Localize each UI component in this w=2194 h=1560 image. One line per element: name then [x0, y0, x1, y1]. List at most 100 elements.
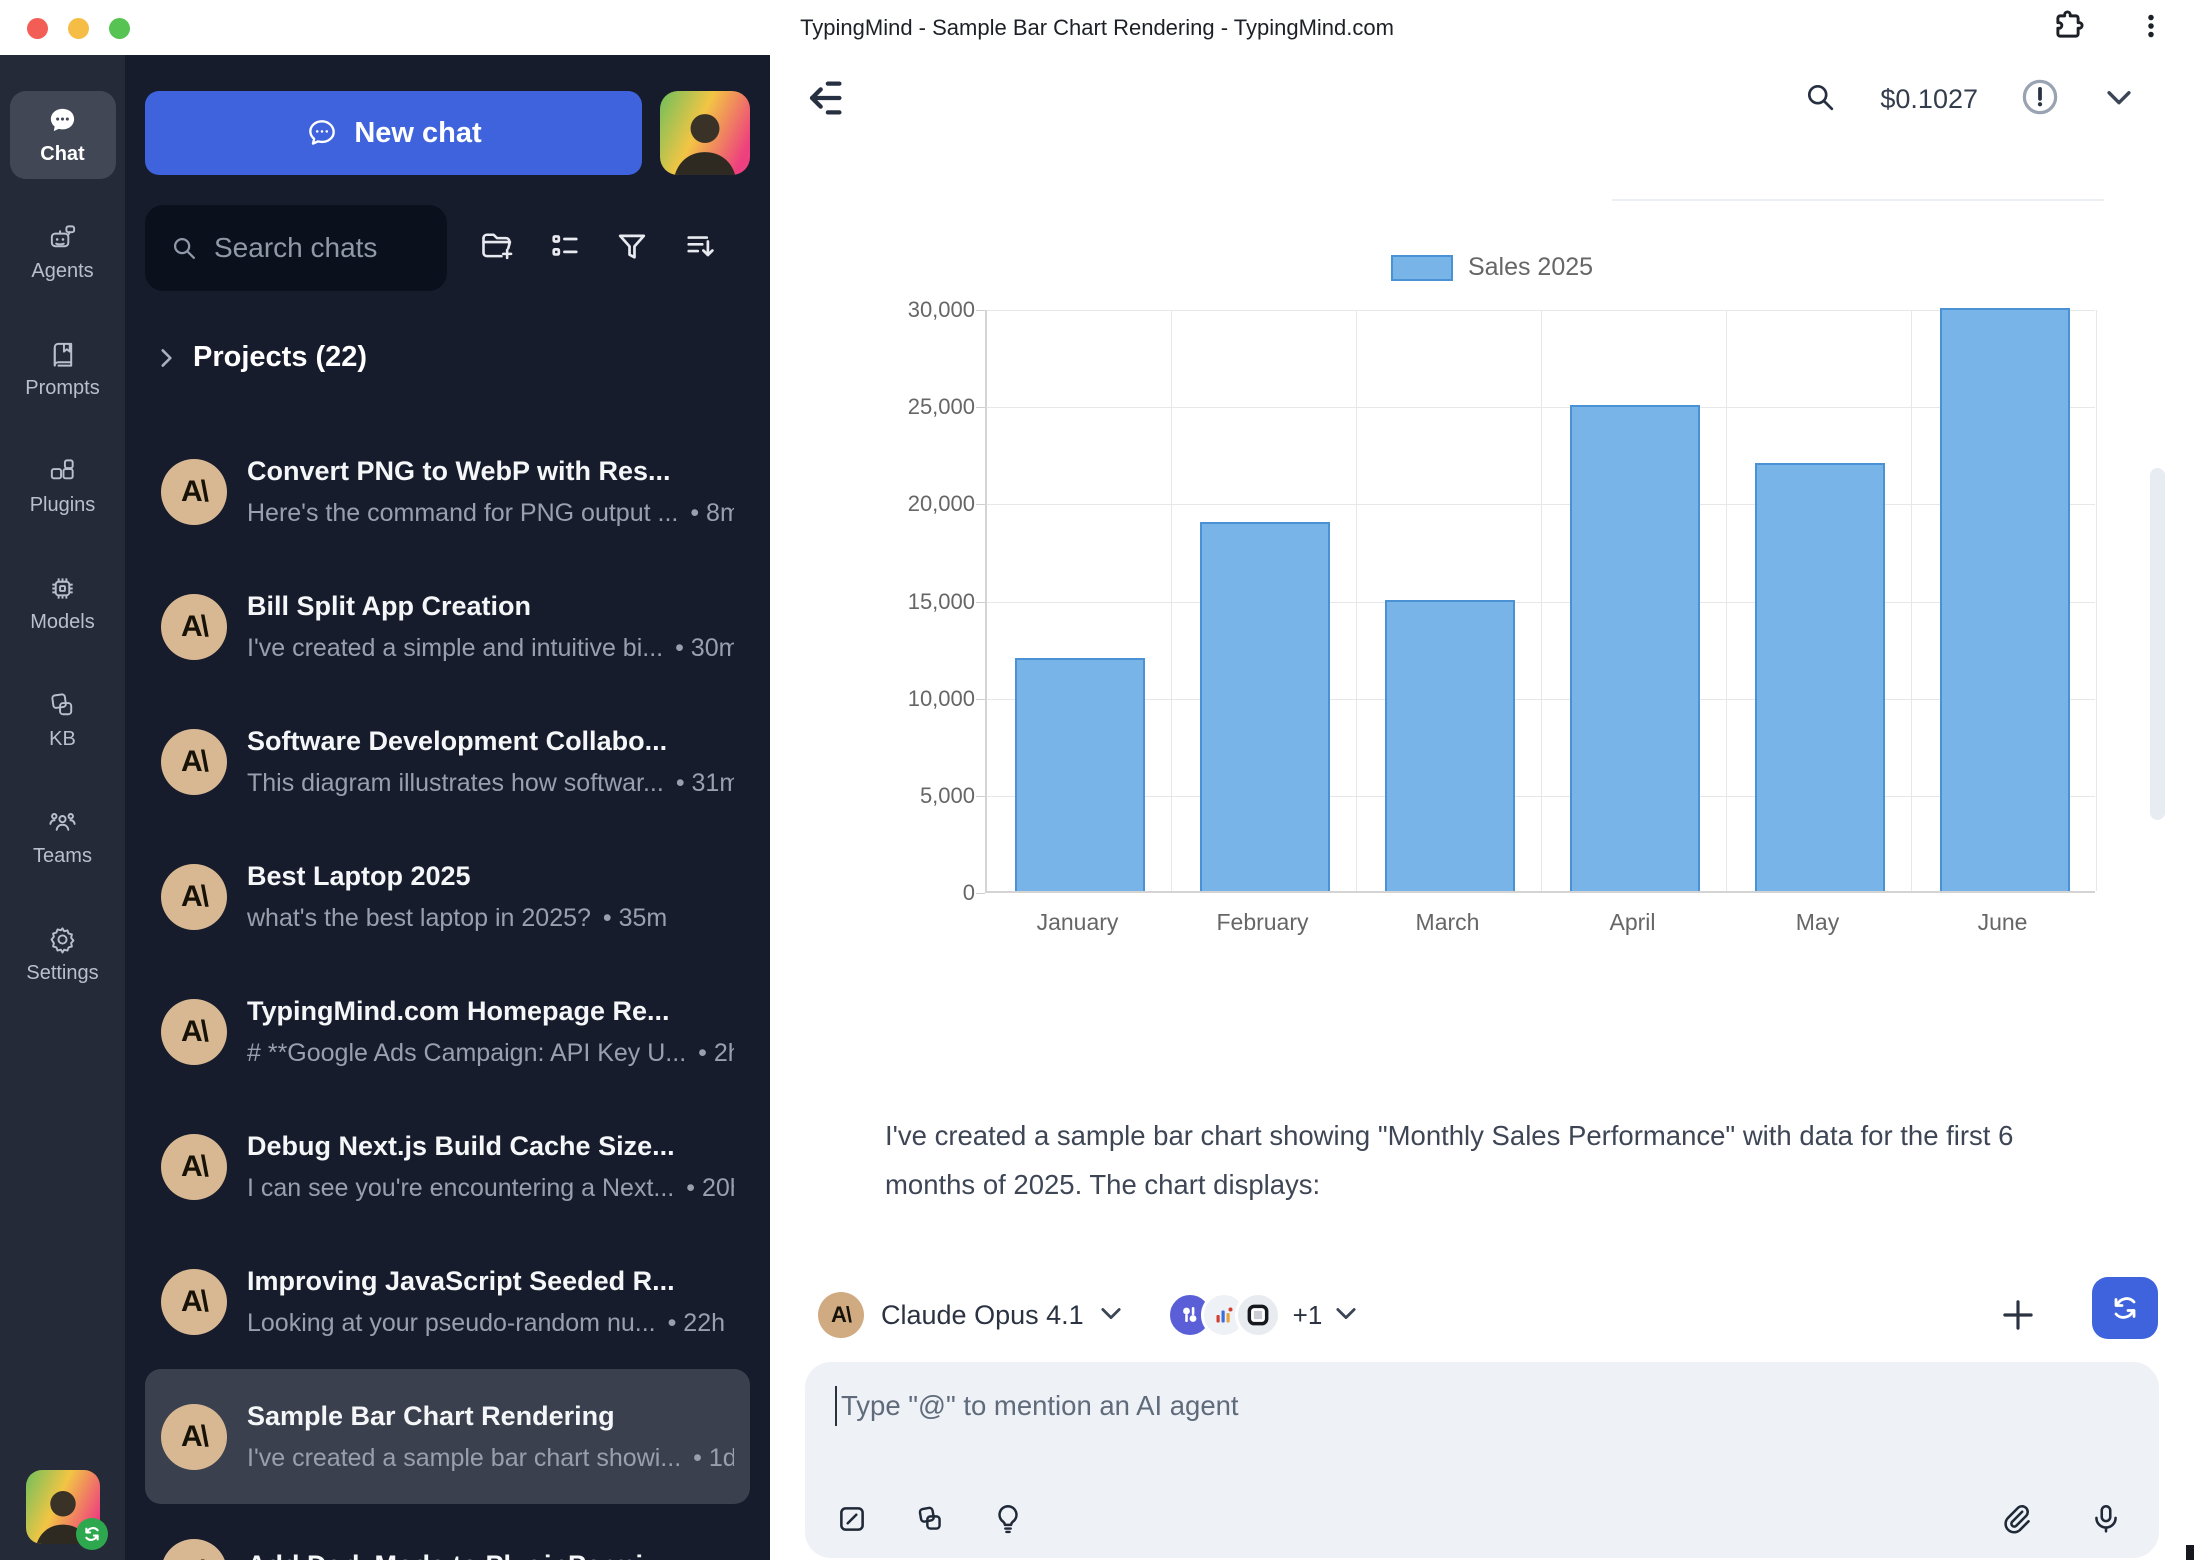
cost-alert-icon[interactable]	[2020, 77, 2060, 122]
anthropic-logo-avatar: A\	[161, 1539, 227, 1560]
chat-title: Bill Split App Creation	[247, 591, 734, 622]
anthropic-logo-avatar: A\	[161, 864, 227, 930]
main-scrollbar-thumb[interactable]	[2150, 468, 2165, 820]
rail-item-chat[interactable]: Chat	[10, 91, 116, 179]
search-conversation-icon[interactable]	[1802, 79, 1838, 120]
rail-item-teams[interactable]: Teams	[10, 793, 116, 881]
regenerate-button[interactable]	[2092, 1277, 2158, 1339]
chat-title: Best Laptop 2025	[247, 861, 734, 892]
corner-mark	[2186, 1545, 2194, 1560]
rail-label: KB	[49, 728, 76, 751]
app-window: TypingMind - Sample Bar Chart Rendering …	[0, 0, 2194, 1560]
bar-may	[1755, 463, 1885, 891]
y-tick-label: 30,000	[908, 297, 975, 323]
person-silhouette-icon	[660, 97, 750, 175]
anthropic-logo-avatar: A\	[161, 459, 227, 525]
chat-title: Software Development Collabo...	[247, 726, 734, 757]
chat-title: Sample Bar Chart Rendering	[247, 1401, 734, 1432]
model-name: Claude Opus 4.1	[881, 1300, 1084, 1331]
text-cursor	[835, 1386, 837, 1426]
usage-cost-badge[interactable]: $0.1027	[1880, 84, 1978, 115]
chart-y-axis-labels: 05,00010,00015,00020,00025,00030,000	[830, 310, 975, 893]
anthropic-logo-avatar: A\	[161, 999, 227, 1065]
chevron-right-icon	[153, 345, 179, 371]
rail-item-models[interactable]: Models	[10, 559, 116, 647]
chat-list-item[interactable]: A\ Bill Split App Creation I've created …	[145, 559, 750, 694]
rail-item-settings[interactable]: Settings	[10, 910, 116, 998]
y-tick-label: 20,000	[908, 491, 975, 517]
chevron-down-icon	[1332, 1299, 1360, 1332]
x-tick-label: March	[1416, 909, 1480, 936]
chat-history-list: A\ Convert PNG to WebP with Res... Here'…	[145, 424, 750, 1560]
pages-icon[interactable]	[913, 1502, 947, 1536]
new-chat-button[interactable]: New chat	[145, 91, 642, 175]
chat-list-item[interactable]: A\ Convert PNG to WebP with Res... Here'…	[145, 424, 750, 559]
bulk-select-list-icon[interactable]	[547, 228, 583, 269]
anthropic-logo-avatar: A\	[161, 1269, 227, 1335]
chat-list-item[interactable]: A\ Improving JavaScript Seeded R... Look…	[145, 1234, 750, 1369]
sync-icon	[2109, 1292, 2141, 1324]
plugins-more-count: +1	[1293, 1300, 1323, 1331]
microphone-icon[interactable]	[2089, 1502, 2123, 1536]
user-avatar[interactable]	[26, 1470, 100, 1544]
new-folder-icon[interactable]	[479, 228, 515, 269]
scroll-down-chevron-icon[interactable]	[2102, 80, 2136, 119]
anthropic-logo-avatar: A\	[161, 1134, 227, 1200]
collapse-sidebar-button[interactable]	[802, 75, 848, 121]
profile-avatar[interactable]	[660, 91, 750, 175]
bar-march	[1385, 600, 1515, 892]
new-chat-label: New chat	[354, 117, 481, 150]
chat-list-item[interactable]: A\ Best Laptop 2025 what's the best lapt…	[145, 829, 750, 964]
add-attachment-plus-button[interactable]	[1997, 1294, 2039, 1336]
rail-item-prompts[interactable]: Prompts	[10, 325, 116, 413]
nav-rail: Chat Agents Prompts	[0, 55, 125, 1560]
chat-list-item[interactable]: A\ Debug Next.js Build Cache Size... I c…	[145, 1099, 750, 1234]
claude-avatar: A\	[818, 1292, 864, 1338]
rail-item-kb[interactable]: KB	[10, 676, 116, 764]
chat-title: Add Dark Mode to PluginPermi...	[247, 1550, 734, 1560]
browser-menu-kebab-icon[interactable]	[2134, 9, 2168, 43]
lightbulb-icon[interactable]	[991, 1502, 1025, 1536]
chat-preview: This diagram illustrates how softwar...•…	[247, 769, 734, 798]
canvas-edit-icon[interactable]	[835, 1502, 869, 1536]
window-title: TypingMind - Sample Bar Chart Rendering …	[0, 0, 2194, 55]
people-icon	[47, 807, 78, 838]
rail-item-plugins[interactable]: Plugins	[10, 442, 116, 530]
conversation-pane: $0.1027 Sales 2025	[770, 55, 2194, 1560]
bar-chart-plot	[985, 310, 2095, 893]
x-tick-label: January	[1037, 909, 1119, 936]
bar-january	[1015, 658, 1145, 891]
knowledge-base-icon	[47, 690, 78, 721]
chevron-down-icon	[1097, 1299, 1125, 1332]
plugins-selector[interactable]: +1	[1167, 1292, 1361, 1338]
chat-preview: I've created a sample bar chart showi...…	[247, 1444, 734, 1473]
chat-title: Improving JavaScript Seeded R...	[247, 1266, 734, 1297]
chat-preview: Looking at your pseudo-random nu...• 22h	[247, 1309, 734, 1338]
anthropic-logo-avatar: A\	[161, 729, 227, 795]
extensions-puzzle-icon[interactable]	[2050, 8, 2086, 44]
sync-badge-icon	[76, 1518, 108, 1550]
chat-list-item[interactable]: A\ TypingMind.com Homepage Re... # **Goo…	[145, 964, 750, 1099]
chat-list-item[interactable]: A\ Add Dark Mode to PluginPermi...	[145, 1504, 750, 1560]
filter-funnel-icon[interactable]	[614, 228, 650, 269]
bar-february	[1200, 522, 1330, 891]
model-selector[interactable]: Claude Opus 4.1	[864, 1299, 1125, 1332]
y-tick-label: 25,000	[908, 394, 975, 420]
rail-item-agents[interactable]: Agents	[10, 208, 116, 296]
search-chats-input[interactable]: Search chats	[145, 205, 447, 291]
chat-list-item[interactable]: A\ Software Development Collabo... This …	[145, 694, 750, 829]
chat-list-item[interactable]: A\ Sample Bar Chart Rendering I've creat…	[145, 1369, 750, 1504]
rail-label: Plugins	[30, 494, 96, 517]
rail-label: Models	[30, 611, 94, 634]
anthropic-logo-avatar: A\	[161, 594, 227, 660]
sort-icon[interactable]	[682, 228, 718, 269]
new-chat-bubble-icon	[305, 116, 339, 150]
plugins-grid-icon	[47, 456, 78, 487]
chart-x-axis-labels: JanuaryFebruaryMarchAprilMayJune	[985, 909, 2095, 939]
chat-preview: I've created a simple and intuitive bi..…	[247, 634, 734, 663]
chip-icon	[47, 573, 78, 604]
message-input[interactable]: Type "@" to mention an AI agent	[835, 1386, 1239, 1426]
paperclip-icon[interactable]	[1999, 1502, 2033, 1536]
anthropic-logo-avatar: A\	[161, 1404, 227, 1470]
projects-section-header[interactable]: Projects (22)	[145, 341, 750, 374]
